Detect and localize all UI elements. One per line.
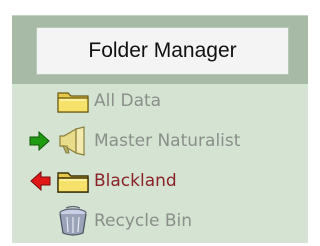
- row-marker-empty: [12, 86, 52, 116]
- folder-item-recycle-bin[interactable]: Recycle Bin: [12, 206, 308, 236]
- folder-item-blackland[interactable]: Blackland: [12, 166, 308, 196]
- row-marker-empty: [12, 206, 52, 236]
- trash-can-icon: [52, 206, 94, 236]
- folder-item-all-data[interactable]: All Data: [12, 86, 308, 116]
- folder-label: Blackland: [94, 171, 177, 191]
- folder-manager-panel: Folder Manager All Data Master Naturalis…: [12, 15, 308, 243]
- folder-manager-title-button[interactable]: Folder Manager: [36, 27, 289, 75]
- folder-icon: [52, 86, 94, 116]
- folder-label: All Data: [94, 91, 162, 111]
- red-arrow-icon: [12, 166, 52, 196]
- folder-item-master-naturalist[interactable]: Master Naturalist: [12, 126, 308, 156]
- folder-icon: [52, 166, 94, 196]
- folder-label: Master Naturalist: [94, 131, 241, 151]
- folder-label: Recycle Bin: [94, 211, 193, 231]
- megaphone-icon: [52, 126, 94, 156]
- green-arrow-icon: [12, 126, 52, 156]
